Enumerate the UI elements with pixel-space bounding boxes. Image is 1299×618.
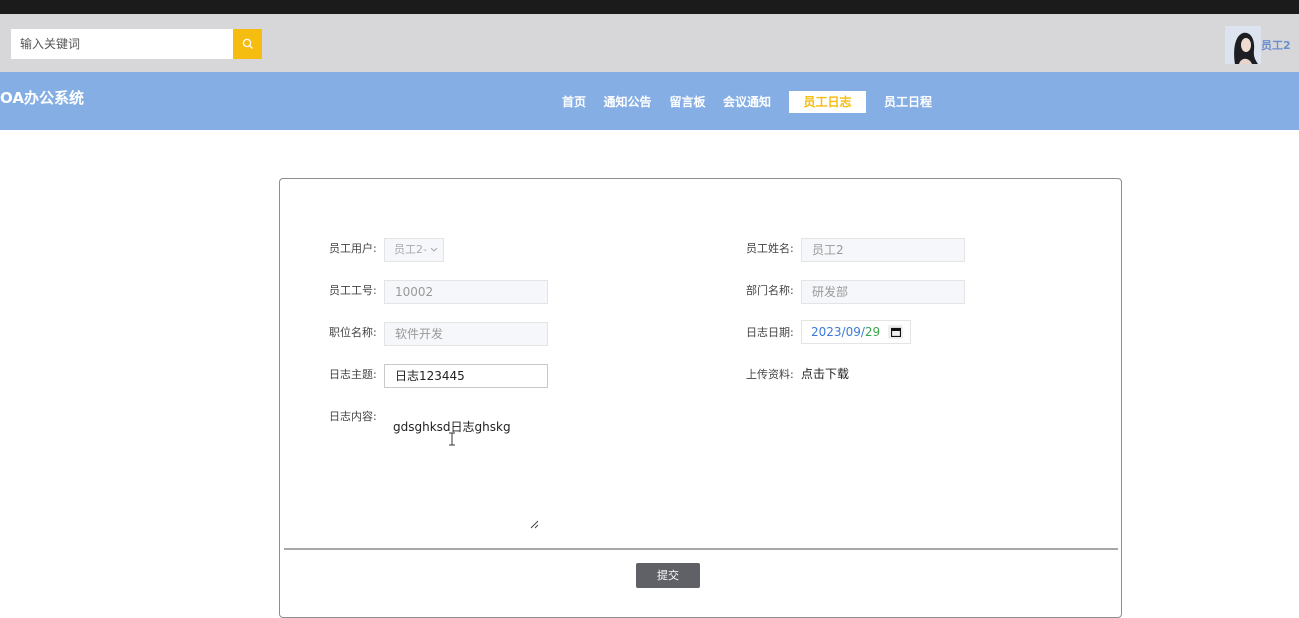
employee-user-select[interactable]: 员工2- [384,238,444,262]
position-label: 职位名称: [329,326,377,339]
search-icon [242,35,254,54]
log-date-month: 09 [845,325,861,339]
employee-name-label: 员工姓名: [746,242,794,255]
nav-item-employee-schedule[interactable]: 员工日程 [883,91,933,113]
department-label: 部门名称: [746,284,794,297]
log-form: 员工用户: 员工2- 员工姓名: 员工2 员工工号: 10002 部门名称: 研… [279,178,1122,618]
chevron-down-icon [430,239,438,269]
employee-user-value: 员工2- [394,243,427,256]
avatar[interactable] [1225,26,1261,64]
employee-no-label: 员工工号: [329,284,377,297]
app-title: OA办公系统 [0,89,84,107]
employee-user-label: 员工用户: [329,242,377,255]
nav-item-notices[interactable]: 通知公告 [603,91,652,113]
top-bar: 员工2 [0,14,1299,72]
upload-label: 上传资料: [746,368,794,381]
employee-no-field[interactable]: 10002 [384,280,548,304]
log-date-label: 日志日期: [746,326,794,339]
nav-item-message-board[interactable]: 留言板 [669,91,706,113]
user-name[interactable]: 员工2 [1261,37,1291,53]
department-field[interactable]: 研发部 [801,280,965,304]
text-cursor-icon [448,431,456,450]
log-content-label: 日志内容: [329,410,377,423]
log-subject-label: 日志主题: [329,368,377,381]
nav-bar: OA办公系统 首页 通知公告 留言板 会议通知 员工日志 员工日程 [0,72,1299,130]
log-date-input[interactable]: 2023/09/29 [801,320,911,344]
nav-item-meetings[interactable]: 会议通知 [722,91,772,113]
employee-name-field[interactable]: 员工2 [801,238,965,262]
log-date-year: 2023 [811,325,842,339]
position-field[interactable]: 软件开发 [384,322,548,346]
search-input[interactable] [11,29,233,59]
download-link[interactable]: 点击下载 [801,365,849,382]
log-content-textarea[interactable]: gdsghksd日志ghskg [384,405,544,529]
nav-item-home[interactable]: 首页 [561,91,587,113]
window-top-strip [0,0,1299,14]
form-divider [284,548,1118,550]
resize-handle-icon[interactable] [530,514,539,533]
search-button[interactable] [233,29,262,59]
log-subject-field[interactable]: 日志123445 [384,364,548,388]
submit-button[interactable]: 提交 [636,563,700,588]
log-date-day: 29 [864,325,881,339]
calendar-icon[interactable] [888,325,903,339]
nav-item-employee-log[interactable]: 员工日志 [789,91,866,113]
